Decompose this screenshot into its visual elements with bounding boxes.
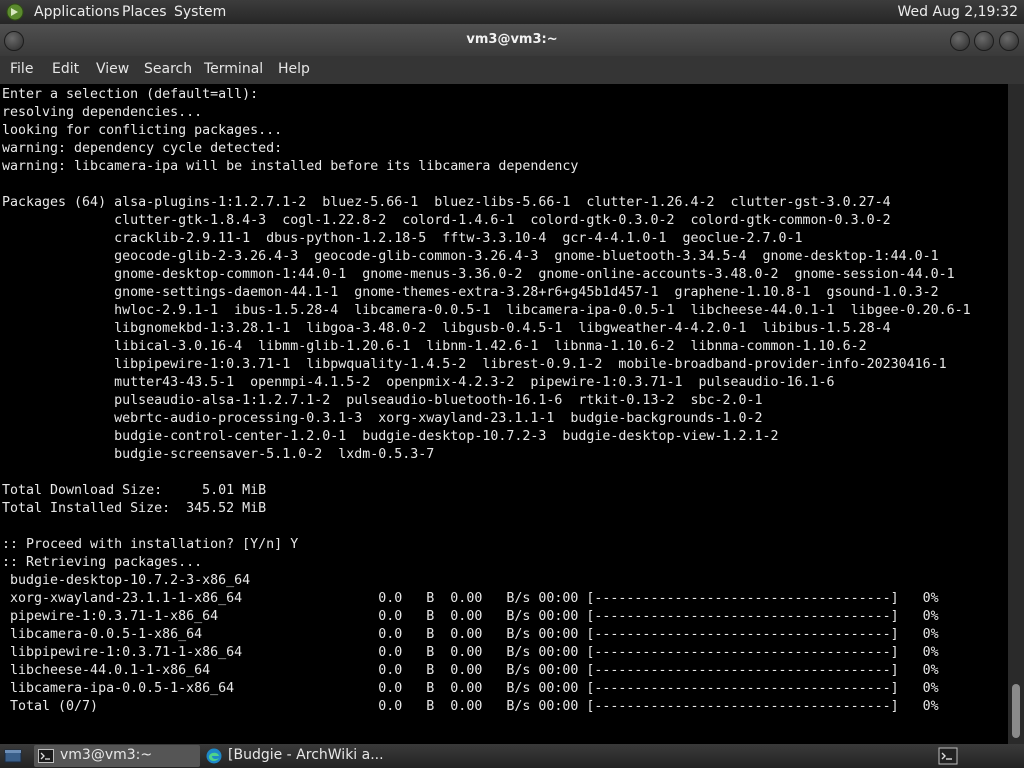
terminal-line: clutter-gtk-1.8.4-3 cogl-1.22.8-2 colord… <box>2 213 891 228</box>
taskbar-item-terminal[interactable]: vm3@vm3:~ <box>34 745 200 767</box>
terminal-line: budgie-screensaver-5.1.0-2 lxdm-0.5.3-7 <box>2 447 435 462</box>
terminal-line: geocode-glib-2-3.26.4-3 geocode-glib-com… <box>2 249 939 264</box>
terminal-scrollbar[interactable] <box>1008 84 1024 744</box>
show-desktop-icon[interactable] <box>4 747 22 765</box>
taskbar-item-label: vm3@vm3:~ <box>60 747 153 763</box>
menu-search[interactable]: Search <box>144 61 192 77</box>
top-panel: Applications Places System Wed Aug 2,19:… <box>0 0 1024 24</box>
terminal-line: libpipewire-1:0.3.71-1-x86_64 0.0 B 0.00… <box>2 645 939 660</box>
terminal-window: vm3@vm3:~ File Edit View Search Terminal… <box>0 24 1024 744</box>
terminal-icon <box>38 749 54 763</box>
system-menu[interactable]: System <box>174 4 226 20</box>
terminal-line: libcamera-ipa-0.0.5-1-x86_64 0.0 B 0.00 … <box>2 681 939 696</box>
close-button[interactable] <box>999 31 1019 51</box>
taskbar-item-label: [Budgie - ArchWiki a... <box>228 747 384 763</box>
terminal-line: Total (0/7) 0.0 B 0.00 B/s 00:00 [------… <box>2 699 939 714</box>
terminal-line: :: Proceed with installation? [Y/n] Y <box>2 537 299 552</box>
menu-file[interactable]: File <box>10 61 33 77</box>
terminal-line: libgnomekbd-1:3.28.1-1 libgoa-3.48.0-2 l… <box>2 321 891 336</box>
taskbar-item-browser[interactable]: [Budgie - ArchWiki a... <box>202 745 384 767</box>
terminal-line: budgie-desktop-10.7.2-3-x86_64 <box>2 573 251 588</box>
terminal-line: cracklib-2.9.11-1 dbus-python-1.2.18-5 f… <box>2 231 803 246</box>
places-menu[interactable]: Places <box>122 4 167 20</box>
terminal-line: :: Retrieving packages... <box>2 555 203 570</box>
menu-view[interactable]: View <box>96 61 129 77</box>
terminal-line: hwloc-2.9.1-1 ibus-1.5.28-4 libcamera-0.… <box>2 303 971 318</box>
terminal-line: libcheese-44.0.1-1-x86_64 0.0 B 0.00 B/s… <box>2 663 939 678</box>
terminal-line: warning: libcamera-ipa will be installed… <box>2 159 579 174</box>
terminal-line: webrtc-audio-processing-0.3.1-3 xorg-xwa… <box>2 411 763 426</box>
maximize-button[interactable] <box>974 31 994 51</box>
terminal-line: libpipewire-1:0.3.71-1 libpwquality-1.4.… <box>2 357 947 372</box>
terminal-line: gnome-settings-daemon-44.1-1 gnome-theme… <box>2 285 939 300</box>
applications-menu[interactable]: Applications <box>34 4 120 20</box>
terminal-line: resolving dependencies... <box>2 105 203 120</box>
terminal-line: warning: dependency cycle detected: <box>2 141 283 156</box>
terminal-line: Total Download Size: 5.01 MiB <box>2 483 267 498</box>
minimize-button[interactable] <box>950 31 970 51</box>
terminal-icon[interactable] <box>938 746 958 766</box>
terminal-line: mutter43-43.5-1 openmpi-4.1.5-2 openpmix… <box>2 375 835 390</box>
window-titlebar[interactable]: vm3@vm3:~ <box>0 24 1024 56</box>
terminal-line: libical-3.0.16-4 libmm-glib-1.20.6-1 lib… <box>2 339 867 354</box>
terminal-line: looking for conflicting packages... <box>2 123 283 138</box>
terminal-line: Packages (64) alsa-plugins-1:1.2.7.1-2 b… <box>2 195 891 210</box>
menu-terminal[interactable]: Terminal <box>204 61 263 77</box>
taskbar: vm3@vm3:~ [Budgie - ArchWiki a... <box>0 744 1024 768</box>
mate-logo-icon[interactable] <box>6 3 24 21</box>
edge-browser-icon <box>206 748 222 764</box>
terminal-text: Enter a selection (default=all): resolvi… <box>0 84 1008 716</box>
menubar: File Edit View Search Terminal Help <box>0 56 1024 84</box>
terminal-line: Enter a selection (default=all): <box>2 87 259 102</box>
window-title: vm3@vm3:~ <box>466 32 558 47</box>
terminal-line: gnome-desktop-common-1:44.0-1 gnome-menu… <box>2 267 955 282</box>
clock[interactable]: Wed Aug 2,19:32 <box>898 4 1018 20</box>
terminal-line: budgie-control-center-1.2.0-1 budgie-des… <box>2 429 779 444</box>
menu-edit[interactable]: Edit <box>52 61 79 77</box>
terminal-output-area[interactable]: Enter a selection (default=all): resolvi… <box>0 84 1008 744</box>
terminal-line: libcamera-0.0.5-1-x86_64 0.0 B 0.00 B/s … <box>2 627 939 642</box>
terminal-line: pipewire-1:0.3.71-1-x86_64 0.0 B 0.00 B/… <box>2 609 939 624</box>
terminal-line: pulseaudio-alsa-1:1.2.7.1-2 pulseaudio-b… <box>2 393 763 408</box>
terminal-line: xorg-xwayland-23.1.1-1-x86_64 0.0 B 0.00… <box>2 591 939 606</box>
scrollbar-thumb[interactable] <box>1012 684 1020 738</box>
menu-help[interactable]: Help <box>278 61 310 77</box>
terminal-line: Total Installed Size: 345.52 MiB <box>2 501 267 516</box>
